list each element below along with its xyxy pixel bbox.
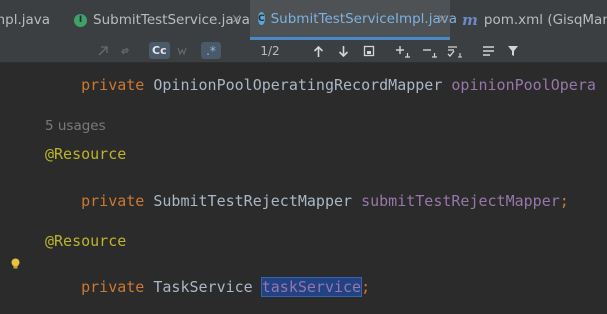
keyword: private: [81, 192, 145, 210]
interface-icon: I: [74, 13, 87, 27]
keyword: private: [81, 76, 145, 94]
field-name: submitTestRejectMapper: [361, 192, 560, 210]
keyword: private: [81, 278, 145, 296]
tab-submit-test-service-impl[interactable]: C SubmitTestServiceImpl.java: [250, 0, 457, 40]
selected-search-match: taskService: [260, 277, 363, 297]
maven-icon: m: [462, 11, 478, 29]
close-tab-icon[interactable]: ×: [437, 12, 448, 27]
tab-impl[interactable]: mpl.java: [0, 0, 64, 40]
tab-label: mpl.java: [0, 12, 51, 28]
lightbulb-icon[interactable]: [10, 258, 21, 269]
regex-toggle[interactable]: .*: [201, 42, 221, 59]
tab-label: pom.xml (GisqManag: [483, 12, 607, 28]
tab-pom-xml[interactable]: m pom.xml (GisqManag: [462, 0, 607, 40]
tab-label: SubmitTestService.java: [93, 12, 250, 28]
close-tab-icon[interactable]: ×: [231, 12, 242, 27]
usages-hint[interactable]: 5 usages: [45, 118, 106, 134]
type-name: OpinionPoolOperatingRecordMapper: [153, 76, 443, 94]
annotation: @Resource: [45, 145, 127, 163]
field-name: opinionPoolOpera: [451, 76, 596, 94]
annotation: @Resource: [45, 232, 127, 250]
code-editor[interactable]: private OpinionPoolOperatingRecordMapper…: [0, 62, 607, 297]
match-case-toggle[interactable]: Cc: [149, 42, 170, 59]
tab-label: SubmitTestServiceImpl.java: [270, 10, 458, 27]
semicolon: ;: [559, 192, 569, 210]
code-line: private OpinionPoolOperatingRecordMapper…: [45, 58, 596, 112]
code-line: private TaskService taskService;: [45, 260, 370, 314]
class-icon: C: [258, 12, 265, 25]
code-line: private SubmitTestRejectMapper submitTes…: [45, 174, 569, 228]
semicolon: ;: [361, 278, 371, 296]
editor-tab-bar: mpl.java I SubmitTestService.java C Subm…: [0, 0, 607, 41]
type-name: TaskService: [153, 278, 253, 296]
tab-submit-test-service[interactable]: I SubmitTestService.java: [64, 0, 250, 40]
type-name: SubmitTestRejectMapper: [153, 192, 353, 210]
